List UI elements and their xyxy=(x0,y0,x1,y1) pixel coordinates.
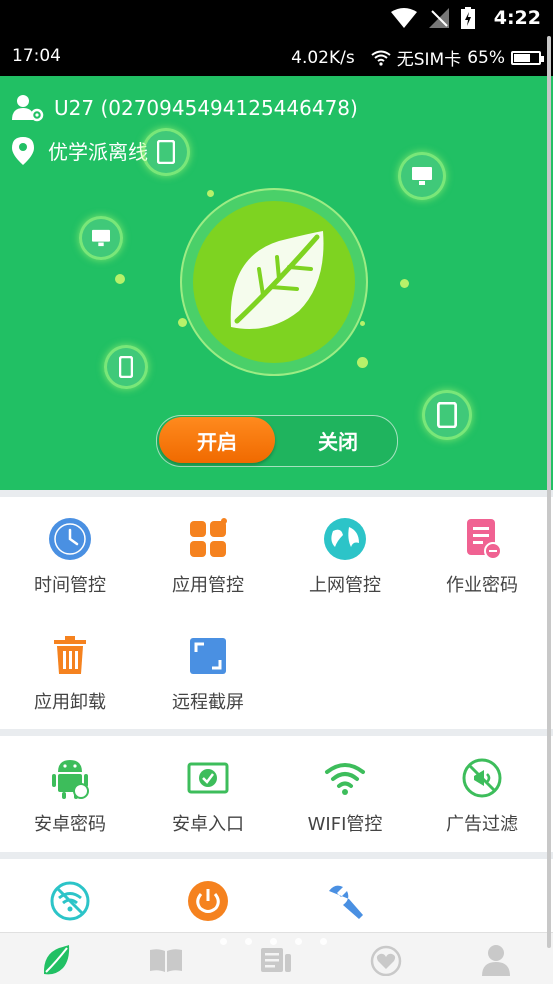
web-control-label: 上网管控 xyxy=(309,575,381,596)
power-item[interactable] xyxy=(139,879,277,923)
decor-dot xyxy=(360,321,365,326)
decor-dot xyxy=(207,190,214,197)
homework-icon xyxy=(467,519,502,560)
system-icons xyxy=(391,7,475,29)
android-entry-item[interactable]: 安卓入口 xyxy=(139,756,277,836)
nav-care[interactable] xyxy=(366,943,406,977)
wrench-icon xyxy=(329,885,363,919)
android-entry-icon xyxy=(187,762,229,794)
homework-password-label: 作业密码 xyxy=(446,575,518,596)
device-location: 优学派离线 xyxy=(12,136,148,165)
page-indicator xyxy=(220,938,327,945)
device-status-bar: 17:04 4.02K/s 无SIM卡 65% xyxy=(0,36,553,76)
wifi-icon xyxy=(371,50,391,66)
toggle-off-button[interactable]: 关闭 xyxy=(281,417,395,463)
remote-screenshot-item[interactable]: 远程截屏 xyxy=(139,634,277,714)
android-password-label: 安卓密码 xyxy=(34,814,106,835)
ad-filter-icon xyxy=(462,758,502,798)
nav-book[interactable] xyxy=(146,943,186,977)
status-time: 17:04 xyxy=(12,46,61,66)
time-control-label: 时间管控 xyxy=(34,575,106,596)
homework-password-item[interactable]: 作业密码 xyxy=(413,517,551,597)
tablet-bubble-icon xyxy=(142,128,190,176)
wifi-signal-icon xyxy=(391,8,417,28)
toggle-on-button[interactable]: 开启 xyxy=(159,417,275,463)
decor-dot xyxy=(178,318,187,327)
system-status-bar: 4:22 xyxy=(0,0,553,36)
apps-icon xyxy=(190,518,227,557)
web-control-item[interactable]: 上网管控 xyxy=(276,517,414,597)
power-icon xyxy=(188,881,228,921)
app-uninstall-label: 应用卸载 xyxy=(34,692,106,713)
wifi-icon xyxy=(325,763,365,795)
ad-filter-label: 广告过滤 xyxy=(446,814,518,835)
decor-dot xyxy=(115,274,125,284)
sim-status: 无SIM卡 xyxy=(396,50,462,70)
no-signal-icon xyxy=(429,8,449,28)
nav-news[interactable] xyxy=(256,943,296,977)
page-dot xyxy=(245,938,252,945)
tools-item[interactable] xyxy=(276,879,414,923)
heart-icon xyxy=(370,945,402,976)
trash-icon xyxy=(54,636,86,674)
phone-bubble-icon xyxy=(104,345,148,389)
time-control-item[interactable]: 时间管控 xyxy=(1,517,139,597)
location-text: 优学派离线 xyxy=(48,140,148,164)
nav-profile[interactable] xyxy=(476,943,516,977)
android-entry-label: 安卓入口 xyxy=(172,814,244,835)
system-clock: 4:22 xyxy=(493,7,541,29)
location-pin-icon xyxy=(12,136,34,165)
device-name: U27 (0270945494125446478) xyxy=(54,96,358,120)
control-section-1: 时间管控 应用管控 上网管控 作业密码 应用卸载 远程截屏 xyxy=(0,497,553,729)
user-settings-icon xyxy=(12,95,44,122)
protection-circle[interactable] xyxy=(180,188,368,376)
battery-percent: 65% xyxy=(467,47,505,68)
decor-dot xyxy=(400,279,409,288)
wifi-control-label: WIFI管控 xyxy=(307,814,383,835)
user-icon xyxy=(482,945,510,976)
page-dot xyxy=(295,938,302,945)
android-icon xyxy=(52,760,89,799)
monitor-bubble-icon xyxy=(79,216,123,260)
wifi-control-item[interactable]: WIFI管控 xyxy=(276,756,414,836)
app-control-label: 应用管控 xyxy=(172,575,244,596)
tablet-bubble-icon xyxy=(422,390,472,440)
battery-icon xyxy=(511,50,544,65)
page-dot xyxy=(320,938,327,945)
app-uninstall-item[interactable]: 应用卸载 xyxy=(1,634,139,714)
decor-dot xyxy=(357,357,368,368)
protection-toggle[interactable]: 开启 关闭 xyxy=(156,415,398,467)
clock-icon xyxy=(49,518,91,560)
app-control-item[interactable]: 应用管控 xyxy=(139,517,277,597)
control-section-3 xyxy=(0,859,553,939)
ad-filter-item[interactable]: 广告过滤 xyxy=(413,756,551,836)
remote-screenshot-label: 远程截屏 xyxy=(172,692,244,713)
nav-home[interactable] xyxy=(36,943,76,977)
no-wifi-item[interactable] xyxy=(1,879,139,923)
scrollbar[interactable] xyxy=(547,36,551,948)
battery-charging-icon xyxy=(461,7,475,29)
globe-icon xyxy=(324,518,366,560)
page-dot xyxy=(220,938,227,945)
page-dot xyxy=(270,938,277,945)
device-info[interactable]: U27 (0270945494125446478) xyxy=(12,94,358,122)
news-icon xyxy=(261,948,291,972)
monitor-bubble-icon xyxy=(398,152,446,200)
network-speed: 4.02K/s xyxy=(291,47,355,68)
hero-panel: U27 (0270945494125446478) 优学派离线 开启 关闭 xyxy=(0,76,553,490)
control-section-2: 安卓密码 安卓入口 WIFI管控 广告过滤 xyxy=(0,736,553,852)
no-wifi-icon xyxy=(50,881,90,921)
book-icon xyxy=(150,949,182,972)
android-password-item[interactable]: 安卓密码 xyxy=(1,756,139,836)
leaf-icon xyxy=(43,945,70,975)
screenshot-icon xyxy=(190,638,226,674)
leaf-icon xyxy=(230,231,324,329)
